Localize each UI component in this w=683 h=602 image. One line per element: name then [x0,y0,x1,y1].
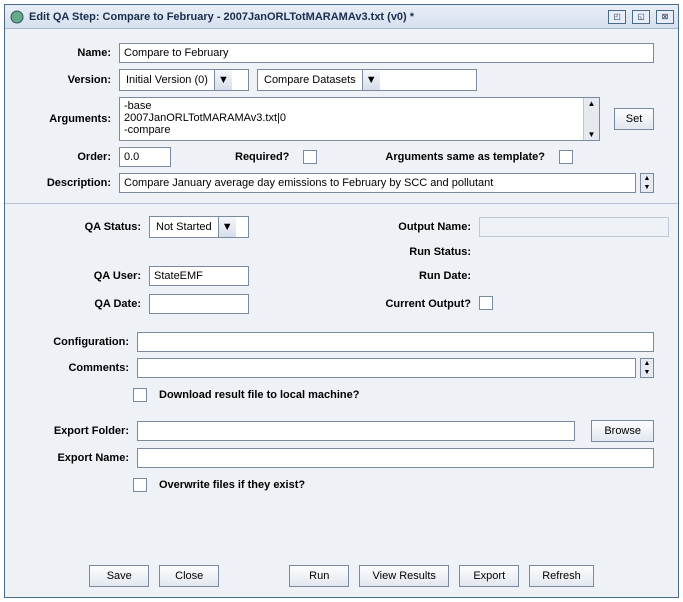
order-label: Order: [29,151,115,163]
arguments-textarea[interactable]: -base 2007JanORLTotMARAMAv3.txt|0 -compa… [119,97,600,141]
scrollbar[interactable]: ▲▼ [583,98,599,140]
set-button[interactable]: Set [614,108,654,130]
form-body: Name: Version: Initial Version (0) ▼ Com… [5,29,678,597]
qa-date-label: QA Date: [29,298,149,310]
required-label: Required? [235,151,289,163]
detach-icon[interactable]: ◰ [608,10,626,24]
arguments-label: Arguments: [29,113,115,125]
version-select[interactable]: Initial Version (0) ▼ [119,69,249,91]
run-status-label: Run Status: [329,246,479,258]
comments-spinner[interactable]: ▲▼ [640,358,654,378]
current-output-checkbox[interactable] [479,296,493,310]
chevron-down-icon[interactable]: ▼ [218,217,236,237]
chevron-down-icon[interactable]: ▼ [362,70,380,90]
export-button[interactable]: Export [459,565,519,587]
qa-user-label: QA User: [29,270,149,282]
run-date-label: Run Date: [329,270,479,282]
run-button[interactable]: Run [289,565,349,587]
button-bar: Save Close Run View Results Export Refre… [29,557,654,591]
comments-label: Comments: [29,362,133,374]
app-icon [9,9,25,25]
overwrite-checkbox[interactable] [133,478,147,492]
qa-status-label: QA Status: [29,221,149,233]
description-spinner[interactable]: ▲▼ [640,173,654,193]
overwrite-label: Overwrite files if they exist? [159,479,305,491]
configuration-label: Configuration: [29,336,133,348]
divider [5,203,678,204]
titlebar: Edit QA Step: Compare to February - 2007… [5,5,678,29]
qa-date-input[interactable] [149,294,249,314]
required-checkbox[interactable] [303,150,317,164]
name-label: Name: [29,47,115,59]
close-icon[interactable]: ⊠ [656,10,674,24]
qa-step-editor-window: Edit QA Step: Compare to February - 2007… [4,4,679,598]
configuration-input[interactable] [137,332,654,352]
output-name-field [479,217,669,237]
close-button[interactable]: Close [159,565,219,587]
browse-button[interactable]: Browse [591,420,654,442]
program-select[interactable]: Compare Datasets ▼ [257,69,477,91]
download-checkbox[interactable] [133,388,147,402]
refresh-button[interactable]: Refresh [529,565,594,587]
current-output-label: Current Output? [329,298,479,310]
description-label: Description: [29,177,115,189]
version-label: Version: [29,74,115,86]
export-folder-input[interactable] [137,421,575,441]
qa-user-input[interactable] [149,266,249,286]
name-input[interactable] [119,43,654,63]
order-input[interactable] [119,147,171,167]
save-button[interactable]: Save [89,565,149,587]
export-name-input[interactable] [137,448,654,468]
chevron-down-icon[interactable]: ▼ [214,70,232,90]
args-same-label: Arguments same as template? [385,151,545,163]
maximize-icon[interactable]: ◱ [632,10,650,24]
output-name-label: Output Name: [329,221,479,233]
window-title: Edit QA Step: Compare to February - 2007… [29,11,604,23]
description-input[interactable] [119,173,636,193]
view-results-button[interactable]: View Results [359,565,449,587]
export-name-label: Export Name: [29,452,133,464]
qa-status-select[interactable]: Not Started ▼ [149,216,249,238]
args-same-checkbox[interactable] [559,150,573,164]
comments-input[interactable] [137,358,636,378]
download-label: Download result file to local machine? [159,389,359,401]
export-folder-label: Export Folder: [29,425,133,437]
